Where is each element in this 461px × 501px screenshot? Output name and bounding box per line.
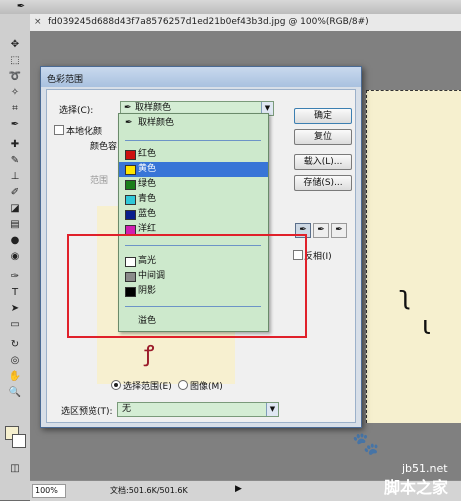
options-bar: ✒ bbox=[0, 0, 461, 15]
invert-label: 反相(I) bbox=[304, 252, 332, 262]
chevron-down-icon[interactable]: ▼ bbox=[266, 403, 278, 416]
magic-wand-tool-icon[interactable]: ✧ bbox=[7, 86, 23, 99]
history-brush-icon[interactable]: ✐ bbox=[7, 186, 23, 199]
ok-button[interactable]: 确定 bbox=[294, 108, 352, 124]
color-swatch bbox=[125, 150, 136, 160]
watermark-brand: 脚本之家 bbox=[384, 478, 449, 497]
eyedropper-tool-icon[interactable]: ✒ bbox=[14, 1, 28, 13]
selection-radio[interactable] bbox=[111, 380, 121, 390]
toolbox: ✥ ⬚ ➰ ✧ ⌗ ✒ ✚ ✎ ⊥ ✐ ◪ ▤ ● ◉ ✑ T ➤ ▭ ↻ ◎ … bbox=[0, 14, 31, 500]
color-swatch bbox=[125, 180, 136, 190]
menu-item[interactable]: 绿色 bbox=[119, 177, 268, 192]
save-button[interactable]: 存储(S)... bbox=[294, 175, 352, 191]
ink-stroke: ʅ bbox=[399, 281, 411, 311]
stamp-tool-icon[interactable]: ⊥ bbox=[7, 170, 23, 183]
dialog-title: 色彩范围 bbox=[47, 75, 84, 85]
eyedropper-plus-icon[interactable]: ✒ bbox=[313, 223, 329, 238]
eyedropper-icon[interactable]: ✒ bbox=[7, 118, 23, 131]
color-swatch bbox=[125, 165, 136, 175]
background-color-swatch[interactable] bbox=[12, 434, 26, 448]
preview-select-value: 无 bbox=[122, 404, 132, 414]
fuzziness-label: 颜色容 bbox=[90, 142, 118, 152]
eyedropper-minus-icon[interactable]: ✒ bbox=[331, 223, 347, 238]
menu-separator bbox=[125, 140, 261, 141]
document-canvas[interactable]: ʅ ɩ bbox=[366, 90, 461, 423]
zoom-level[interactable]: 100% bbox=[32, 484, 66, 498]
gradient-tool-icon[interactable]: ▤ bbox=[7, 218, 23, 231]
zoom-tool-icon[interactable]: 🔍 bbox=[7, 386, 23, 399]
menu-item[interactable]: ✒ 取样颜色 bbox=[119, 116, 268, 131]
color-swatch bbox=[125, 195, 136, 205]
blur-tool-icon[interactable]: ● bbox=[7, 234, 23, 247]
quick-mask-icon[interactable]: ◫ bbox=[7, 462, 23, 475]
marquee-tool-icon[interactable]: ⬚ bbox=[7, 54, 23, 67]
path-select-icon[interactable]: ➤ bbox=[7, 302, 23, 315]
crop-tool-icon[interactable]: ⌗ bbox=[7, 102, 23, 115]
document-info: 文档:501.6K/501.6K bbox=[110, 486, 188, 495]
watermark-paw-icon: 🐾 bbox=[352, 432, 380, 457]
document-title: fd039245d688d43f7a8576257d1ed21b0ef43b3d… bbox=[48, 17, 369, 27]
close-tab-icon[interactable]: × bbox=[34, 17, 42, 27]
select-label: 选择(C): bbox=[59, 106, 94, 116]
dodge-tool-icon[interactable]: ◉ bbox=[7, 250, 23, 263]
pen-tool-icon[interactable]: ✑ bbox=[7, 270, 23, 283]
selection-radio-label: 选择范围(E) bbox=[123, 382, 172, 392]
reset-button[interactable]: 复位 bbox=[294, 129, 352, 145]
localized-label: 本地化颜 bbox=[66, 127, 103, 137]
preview-stroke: ꝭ bbox=[144, 342, 155, 367]
load-button[interactable]: 载入(L)... bbox=[294, 154, 352, 170]
type-tool-icon[interactable]: T bbox=[7, 286, 23, 299]
3d-orbit-icon[interactable]: ◎ bbox=[7, 354, 23, 367]
preview-label: 选区预览(T): bbox=[61, 407, 113, 417]
healing-tool-icon[interactable]: ✚ bbox=[7, 138, 23, 151]
ink-stroke: ɩ bbox=[422, 311, 431, 341]
hand-tool-icon[interactable]: ✋ bbox=[7, 370, 23, 383]
eyedropper-icon: ✒ bbox=[125, 118, 133, 128]
preview-select[interactable]: 无 ▼ bbox=[117, 402, 279, 417]
color-swatch bbox=[125, 210, 136, 220]
move-tool-icon[interactable]: ✥ bbox=[7, 38, 23, 51]
menu-item[interactable]: 黄色 bbox=[119, 162, 268, 177]
image-radio-label: 图像(M) bbox=[190, 382, 223, 392]
lasso-tool-icon[interactable]: ➰ bbox=[7, 70, 23, 83]
brush-tool-icon[interactable]: ✎ bbox=[7, 154, 23, 167]
highlight-annotation bbox=[67, 234, 307, 338]
menu-item[interactable]: 红色 bbox=[119, 147, 268, 162]
eraser-tool-icon[interactable]: ◪ bbox=[7, 202, 23, 215]
localized-checkbox[interactable] bbox=[54, 125, 64, 135]
dialog-titlebar[interactable]: 色彩范围 bbox=[41, 67, 361, 87]
menu-item[interactable]: 蓝色 bbox=[119, 207, 268, 222]
image-radio[interactable] bbox=[178, 380, 188, 390]
menu-item[interactable]: 青色 bbox=[119, 192, 268, 207]
3d-rotate-icon[interactable]: ↻ bbox=[7, 338, 23, 351]
range-label: 范围 bbox=[90, 176, 109, 186]
status-menu-arrow-icon[interactable]: ▶ bbox=[235, 484, 242, 494]
document-tab[interactable]: × fd039245d688d43f7a8576257d1ed21b0ef43b… bbox=[30, 14, 461, 32]
shape-tool-icon[interactable]: ▭ bbox=[7, 318, 23, 331]
